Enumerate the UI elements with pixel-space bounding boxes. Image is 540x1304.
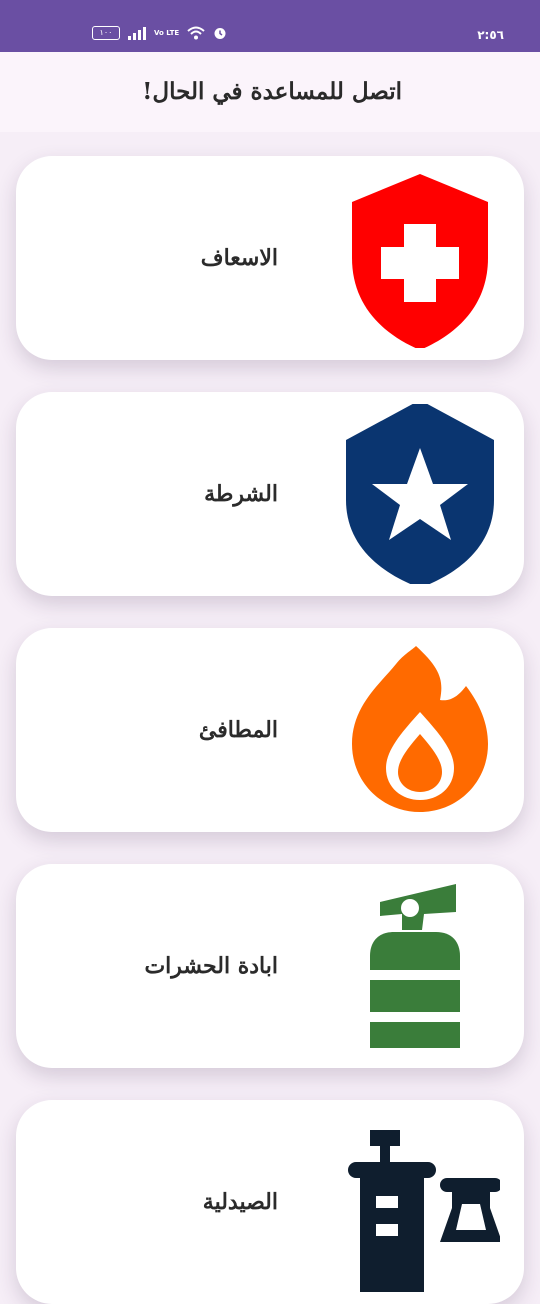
service-card-police[interactable]: الشرطة	[16, 392, 524, 596]
status-time: ٢:٥٦	[477, 28, 504, 42]
service-card-fire[interactable]: المطافئ	[16, 628, 524, 832]
service-label: الصيدلية	[202, 1189, 278, 1215]
status-bar: ١٠٠ Vo LTE ٢:٥٦	[0, 0, 540, 52]
wifi-icon	[187, 26, 205, 40]
service-label: ابادة الحشرات	[144, 953, 278, 979]
extinguisher-sprayer-icon	[340, 876, 500, 1056]
service-label: الشرطة	[204, 481, 278, 507]
service-card-pharmacy[interactable]: الصيدلية	[16, 1100, 524, 1304]
battery-icon: ١٠٠	[92, 26, 120, 40]
pharmacy-syringe-icon	[340, 1112, 500, 1292]
page-title: اتصل للمساعدة في الحال!	[142, 78, 402, 105]
service-card-ambulance[interactable]: الاسعاف	[16, 156, 524, 360]
fire-flame-icon	[340, 640, 500, 820]
battery-level: ١٠٠	[99, 28, 113, 37]
service-card-pest-control[interactable]: ابادة الحشرات	[16, 864, 524, 1068]
signal-icon	[128, 26, 146, 40]
app-header: اتصل للمساعدة في الحال!	[0, 52, 540, 132]
ambulance-shield-icon	[340, 168, 500, 348]
police-star-shield-icon	[340, 404, 500, 584]
status-icons: ١٠٠ Vo LTE	[92, 26, 227, 40]
services-list: الاسعاف الشرطة المطافئ ابادة الحشرات الص…	[0, 132, 540, 1304]
volte-icon: Vo LTE	[154, 28, 180, 37]
service-label: المطافئ	[198, 717, 278, 743]
service-label: الاسعاف	[200, 245, 278, 271]
alarm-icon	[214, 28, 226, 39]
